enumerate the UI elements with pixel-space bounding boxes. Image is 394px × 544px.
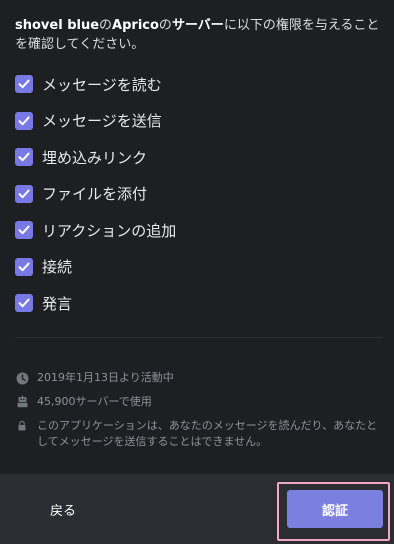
checkbox-checked-icon[interactable]	[15, 294, 33, 313]
active-since: 2019年1月13日より活動中	[15, 370, 383, 386]
divider	[15, 337, 383, 338]
bot-name: Aprico	[112, 18, 159, 33]
server-count: 45,900サーバーで使用	[15, 394, 383, 410]
checkbox-checked-icon[interactable]	[15, 221, 33, 240]
footer-bar: 戻る 認証	[0, 474, 394, 544]
permission-list: メッセージを読む メッセージを送信 埋め込みリンク ファイルを添付 リアクション…	[15, 66, 375, 322]
permission-label: メッセージを送信	[42, 112, 162, 131]
server-word: サーバー	[171, 18, 224, 33]
permission-item-attach-files[interactable]: ファイルを添付	[15, 176, 375, 213]
permission-label: 埋め込みリンク	[42, 148, 148, 167]
permission-label: ファイルを添付	[42, 185, 148, 204]
back-button[interactable]: 戻る	[36, 498, 90, 520]
intro-particle: の	[99, 18, 113, 33]
clock-icon	[15, 371, 29, 385]
server-count-text: 45,900サーバーで使用	[37, 395, 152, 408]
permission-label: 発言	[42, 294, 73, 313]
permission-item-embed-links[interactable]: 埋め込みリンク	[15, 139, 375, 176]
intro-particle: の	[158, 18, 172, 33]
checkbox-checked-icon[interactable]	[15, 148, 33, 167]
checkbox-checked-icon[interactable]	[15, 111, 33, 130]
checkbox-checked-icon[interactable]	[15, 184, 33, 203]
checkbox-checked-icon[interactable]	[15, 257, 33, 276]
active-since-text: 2019年1月13日より活動中	[37, 371, 174, 384]
privacy-notice-text: このアプリケーションは、あなたのメッセージを読んだり、あなたとしてメッセージを送…	[37, 419, 378, 448]
permission-item-speak[interactable]: 発言	[15, 285, 375, 322]
authorize-button[interactable]: 認証	[287, 490, 383, 528]
privacy-notice: このアプリケーションは、あなたのメッセージを読んだり、あなたとしてメッセージを送…	[15, 418, 383, 450]
permission-item-read-messages[interactable]: メッセージを読む	[15, 66, 375, 103]
authorization-panel: shovel blueのApricoのサーバーに以下の権限を与えることを確認して…	[0, 0, 394, 474]
robot-icon	[15, 395, 29, 409]
permission-item-connect[interactable]: 接続	[15, 249, 375, 286]
permission-label: リアクションの追加	[42, 221, 177, 240]
permission-item-send-messages[interactable]: メッセージを送信	[15, 103, 375, 140]
permission-label: 接続	[42, 258, 73, 277]
permission-label: メッセージを読む	[42, 75, 162, 94]
lock-icon	[15, 419, 29, 433]
intro-text: shovel blueのApricoのサーバーに以下の権限を与えることを確認して…	[15, 16, 385, 54]
permission-item-add-reactions[interactable]: リアクションの追加	[15, 212, 375, 249]
checkbox-checked-icon[interactable]	[15, 75, 33, 94]
user-name: shovel blue	[15, 18, 100, 33]
